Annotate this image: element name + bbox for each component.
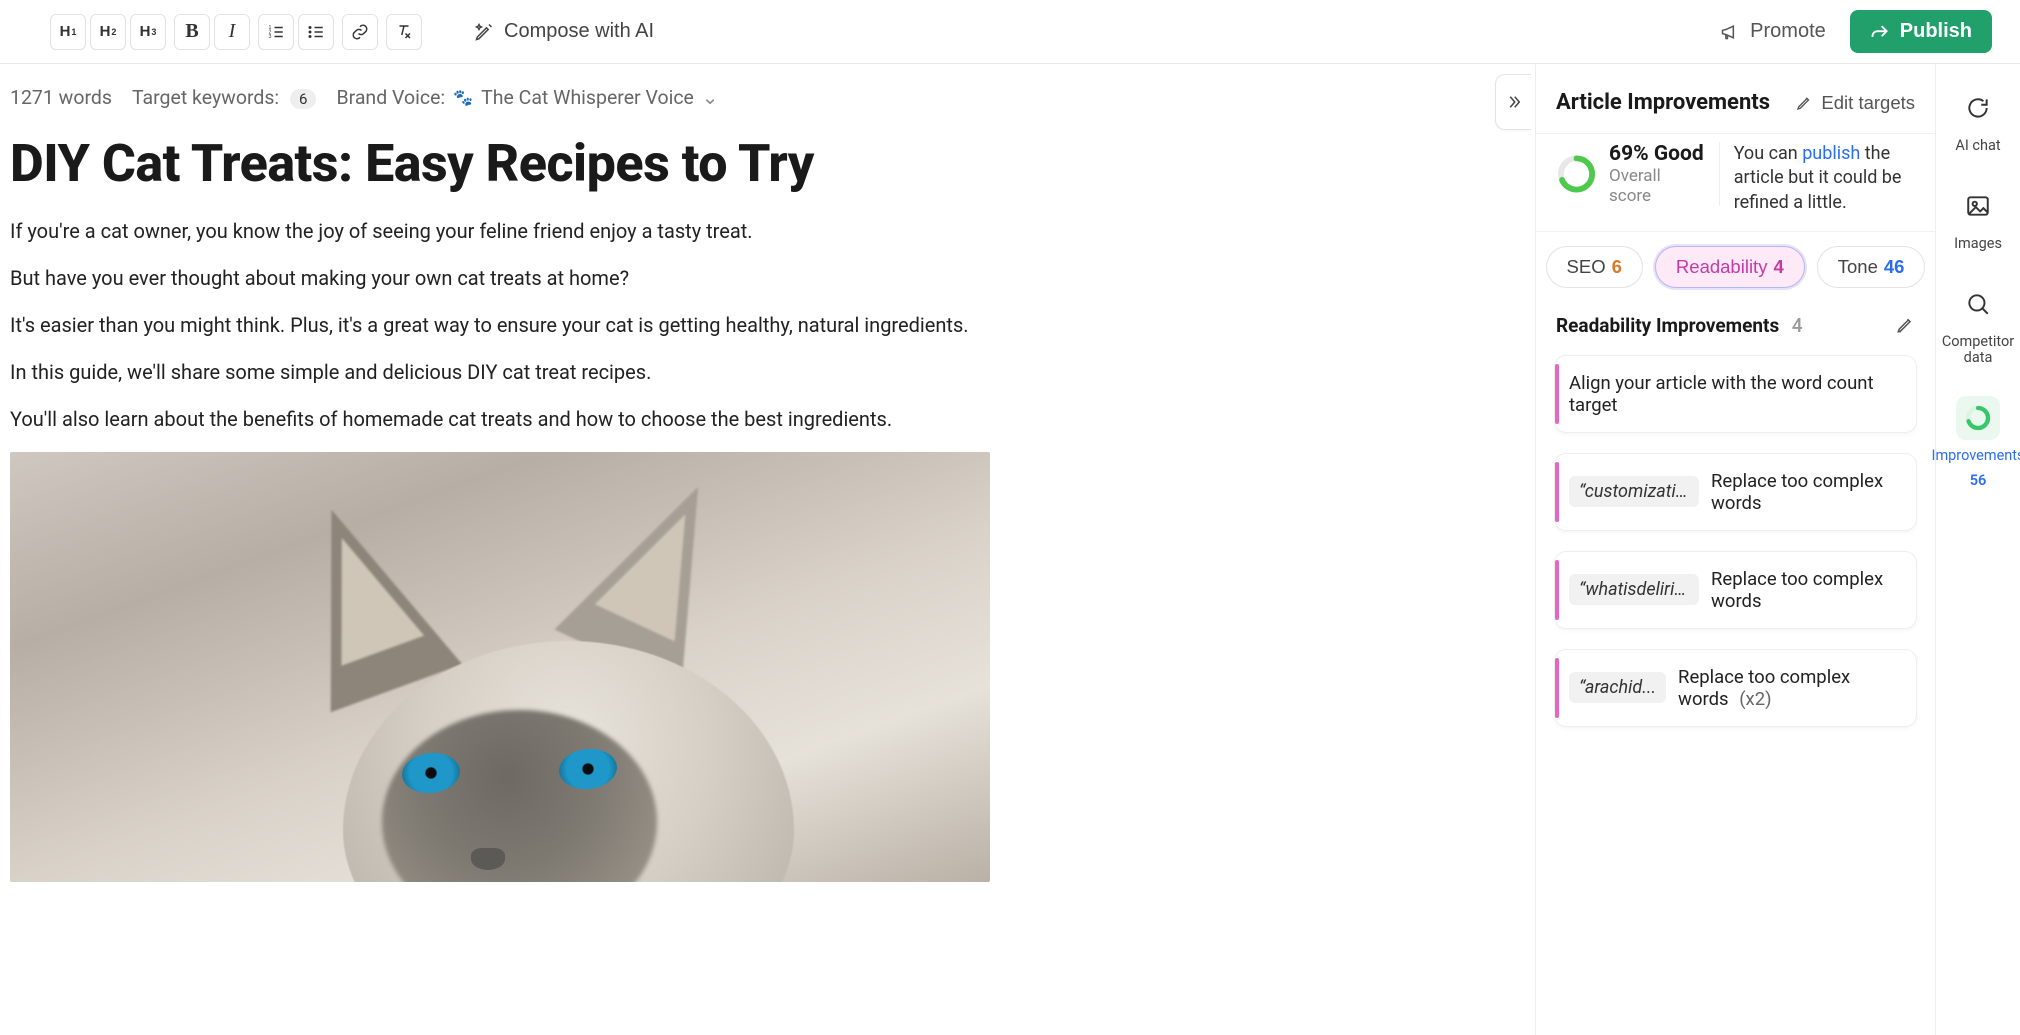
article-paragraph[interactable]: If you're a cat owner, you know the joy … [10,217,1525,246]
italic-button[interactable]: I [214,14,250,50]
edit-targets-button[interactable]: Edit targets [1795,92,1915,114]
article-editor[interactable]: DIY Cat Treats: Easy Recipes to Try If y… [0,135,1535,882]
panel-title: Article Improvements [1556,90,1770,115]
sparkle-pencil-icon [474,22,494,42]
card-chip: “arachid... [1569,672,1666,703]
rail-label: AI chat [1955,138,2000,154]
improvement-card[interactable]: Align your article with the word count t… [1554,355,1917,433]
score-ring-icon [1963,403,1993,433]
pencil-icon [1895,315,1915,335]
rail-competitor-data[interactable]: Competitor data [1936,282,2020,366]
target-keywords-label: Target keywords: [132,86,279,109]
rail-improvements[interactable]: Improvements 56 [1936,396,2020,489]
article-paragraph[interactable]: In this guide, we'll share some simple a… [10,358,1525,387]
card-text: Align your article with the word count t… [1569,372,1900,416]
improvement-tabs: SEO 6 Readability 4 Tone 46 [1536,232,1935,292]
word-count: 1271 words [10,86,112,109]
chevron-down-icon: ⌄ [702,86,718,109]
edit-section-button[interactable] [1895,315,1915,335]
target-keywords-count: 6 [290,89,316,109]
overall-score: 69% Good Overall score You can publish t… [1536,133,1935,232]
ordered-list-icon: 123 [267,23,285,41]
card-suffix: (x2) [1739,688,1771,710]
card-chip: “whatisdeliriu... [1569,574,1699,605]
score-value: 69% Good [1609,142,1705,166]
section-title: Readability Improvements [1556,314,1779,337]
paw-icon: 🐾 [453,88,473,107]
image-icon [1965,193,1991,219]
publish-link[interactable]: publish [1802,143,1860,164]
compose-with-ai-button[interactable]: Compose with AI [460,14,668,50]
section-head: Readability Improvements 4 [1536,292,1935,345]
article-title[interactable]: DIY Cat Treats: Easy Recipes to Try [10,135,1525,193]
svg-text:3: 3 [269,34,272,40]
heading-2-button[interactable]: H2 [90,14,126,50]
rail-label: Images [1954,236,2002,252]
bold-button[interactable]: B [174,14,210,50]
article-paragraph[interactable]: But have you ever thought about making y… [10,264,1525,293]
promote-button[interactable]: Promote [1712,16,1834,47]
compose-with-ai-label: Compose with AI [504,20,654,43]
heading-1-button[interactable]: H1 [50,14,86,50]
score-label: Overall score [1609,166,1705,206]
editor-toolbar: H1 H2 H3 B I 123 [0,0,2020,64]
unordered-list-button[interactable] [298,14,334,50]
rail-label: Competitor data [1936,334,2020,366]
card-text: Replace too complex words [1711,470,1900,514]
improvement-card[interactable]: “arachid... Replace too complex words (x… [1554,649,1917,727]
rail-count: 56 [1970,472,1987,489]
card-text: Replace too complex words [1711,568,1900,612]
article-image[interactable] [10,452,990,882]
refresh-icon [1965,95,1991,121]
publish-label: Publish [1900,20,1972,43]
section-count: 4 [1792,314,1803,337]
rail-label: Improvements [1932,448,2020,464]
card-chip: “customization” [1569,476,1699,507]
score-message: You can publish the article but it could… [1734,142,1915,215]
right-rail: AI chat Images Competitor data [1935,64,2020,1035]
improvement-card[interactable]: “customization” Replace too complex word… [1554,453,1917,531]
chevrons-right-icon [1505,93,1523,111]
tab-tone[interactable]: Tone 46 [1817,246,1926,288]
pencil-icon [1795,94,1813,112]
tab-seo[interactable]: SEO 6 [1546,246,1643,288]
improvement-card[interactable]: “whatisdeliriu... Replace too complex wo… [1554,551,1917,629]
article-paragraph[interactable]: It's easier than you might think. Plus, … [10,311,1525,340]
promote-label: Promote [1750,20,1826,43]
target-keywords[interactable]: Target keywords: 6 [132,86,317,109]
clear-format-button[interactable] [386,14,422,50]
link-icon [351,23,369,41]
heading-3-button[interactable]: H3 [130,14,166,50]
unordered-list-icon [307,23,325,41]
improvements-panel: Article Improvements Edit targets 69% Go… [1535,64,1935,1035]
clear-format-icon [395,23,413,41]
edit-targets-label: Edit targets [1821,92,1915,114]
brand-voice-label: Brand Voice: [336,86,445,109]
article-paragraph[interactable]: You'll also learn about the benefits of … [10,405,1525,434]
tab-readability[interactable]: Readability 4 [1655,246,1805,288]
brand-voice-selector[interactable]: Brand Voice: 🐾 The Cat Whisperer Voice ⌄ [336,86,718,109]
collapse-panel-button[interactable] [1495,74,1531,130]
share-arrow-icon [1870,22,1890,42]
improvement-cards: Align your article with the word count t… [1536,345,1935,737]
ordered-list-button[interactable]: 123 [258,14,294,50]
score-ring-icon [1556,153,1597,195]
publish-button[interactable]: Publish [1850,10,1992,53]
megaphone-icon [1720,22,1740,42]
card-text: Replace too complex words (x2) [1678,666,1900,710]
search-icon [1965,291,1991,317]
link-button[interactable] [342,14,378,50]
rail-ai-chat[interactable]: AI chat [1936,86,2020,154]
rail-images[interactable]: Images [1936,184,2020,252]
brand-voice-value: The Cat Whisperer Voice [481,86,694,109]
article-meta: 1271 words Target keywords: 6 Brand Voic… [0,64,1535,119]
